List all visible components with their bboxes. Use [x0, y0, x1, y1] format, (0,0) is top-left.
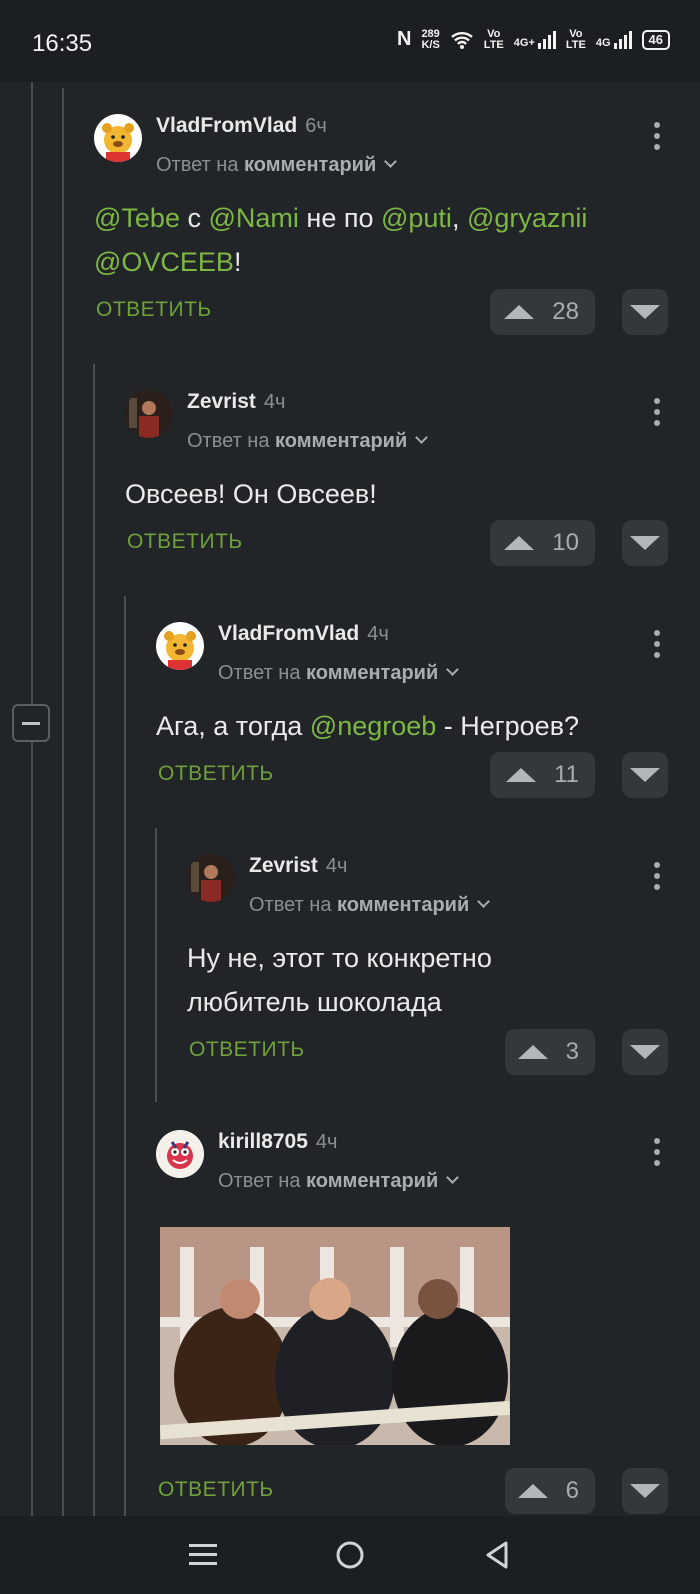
more-options-icon[interactable]: [654, 122, 660, 152]
upvote-button[interactable]: 6: [505, 1468, 595, 1514]
mention-link[interactable]: @negroeb: [310, 711, 437, 741]
upvote-button[interactable]: 11: [490, 752, 595, 798]
home-icon[interactable]: [330, 1535, 370, 1575]
comment-author[interactable]: VladFromVlad 4ч: [218, 622, 389, 646]
upvote-button[interactable]: 3: [505, 1029, 595, 1075]
thread-line: [155, 828, 157, 1102]
reply-button[interactable]: ОТВЕТИТЬ: [158, 1478, 274, 1502]
reply-to-link[interactable]: Ответ на комментарий: [249, 894, 491, 917]
arrow-down-icon: [630, 768, 660, 782]
nfc-icon: N: [396, 28, 412, 50]
arrow-down-icon: [630, 1484, 660, 1498]
comment-time: 4ч: [315, 1131, 338, 1153]
more-options-icon[interactable]: [654, 630, 660, 660]
comment-thread: VladFromVlad 6ч Ответ на комментарий @Teb…: [0, 82, 700, 1516]
arrow-up-icon: [517, 1484, 548, 1498]
downvote-button[interactable]: [622, 520, 668, 566]
network-speed: 289 K/S: [421, 27, 440, 51]
comment-text: @Tebe с @Nami не по @puti, @gryaznii @OVC…: [94, 203, 588, 277]
thread-line: [31, 82, 33, 1516]
vote-count: 6: [565, 1477, 579, 1504]
mention-link[interactable]: @gryaznii: [467, 203, 587, 233]
comment-image[interactable]: [160, 1227, 510, 1445]
comment: VladFromVlad 4ч Ответ на комментарий Ага,…: [156, 622, 700, 812]
chevron-down-icon: [446, 663, 460, 676]
mention-link[interactable]: @OVCEEB: [94, 247, 234, 277]
reply-to-link[interactable]: Ответ на комментарий: [156, 154, 398, 177]
status-icons: N 289 K/S Vo LTE 4G+ Vo LTE 4G 46: [397, 28, 670, 51]
mention-link[interactable]: @Tebe: [94, 203, 180, 233]
more-options-icon[interactable]: [654, 1138, 660, 1168]
comment-text: Ага, а тогда @negroeb - Негроев?: [156, 711, 580, 741]
back-icon[interactable]: [477, 1535, 517, 1575]
comment-author[interactable]: VladFromVlad 6ч: [156, 114, 327, 138]
reply-button[interactable]: ОТВЕТИТЬ: [127, 530, 243, 554]
status-time: 16:35: [32, 30, 93, 57]
comment: Zevrist 4ч Ответ на комментарий Ну не, эт…: [187, 854, 700, 1084]
arrow-down-icon: [630, 1045, 660, 1059]
reply-button[interactable]: ОТВЕТИТЬ: [158, 762, 274, 786]
comment-time: 6ч: [305, 115, 327, 137]
avatar[interactable]: [125, 390, 173, 438]
upvote-button[interactable]: 10: [490, 520, 595, 566]
arrow-down-icon: [630, 305, 660, 319]
signal-icon-1: 4G+: [514, 30, 556, 49]
arrow-up-icon: [506, 768, 537, 782]
comment: Zevrist 4ч Ответ на комментарий Овсеев! О…: [125, 390, 700, 580]
downvote-button[interactable]: [622, 1029, 668, 1075]
vote-count: 10: [552, 529, 579, 556]
reply-to-link[interactable]: Ответ на комментарий: [187, 430, 429, 453]
chevron-down-icon: [446, 1171, 460, 1184]
arrow-up-icon: [504, 536, 535, 550]
thread-line: [62, 88, 64, 1516]
mention-link[interactable]: @Nami: [208, 203, 298, 233]
reply-to-link[interactable]: Ответ на комментарий: [218, 1170, 460, 1193]
comment: VladFromVlad 6ч Ответ на комментарий @Teb…: [94, 114, 700, 344]
reply-button[interactable]: ОТВЕТИТЬ: [189, 1038, 305, 1062]
arrow-up-icon: [517, 1045, 548, 1059]
upvote-button[interactable]: 28: [490, 289, 595, 335]
downvote-button[interactable]: [622, 289, 668, 335]
mention-link[interactable]: @puti: [381, 203, 452, 233]
arrow-up-icon: [504, 305, 535, 319]
wifi-icon: [450, 31, 473, 49]
comment-author[interactable]: Zevrist 4ч: [187, 390, 285, 414]
avatar[interactable]: [156, 1130, 204, 1178]
vote-count: 3: [565, 1038, 579, 1065]
system-nav-bar: [0, 1516, 700, 1594]
comment-text: Овсеев! Он Овсеев!: [125, 479, 377, 509]
thread-line: [124, 596, 126, 1516]
comment: kirill8705 4ч Ответ на комментарий ОТВЕТИ…: [156, 1130, 700, 1516]
comment-time: 4ч: [263, 391, 286, 413]
battery-icon: 46: [641, 29, 670, 50]
chevron-down-icon: [415, 431, 429, 444]
chevron-down-icon: [477, 895, 491, 908]
comment-author[interactable]: Zevrist 4ч: [249, 854, 347, 878]
comment-text: Ну не, этот то конкретно любитель шоколад…: [187, 943, 492, 1017]
arrow-down-icon: [630, 536, 660, 550]
avatar[interactable]: [156, 622, 204, 670]
reply-to-link[interactable]: Ответ на комментарий: [218, 662, 460, 685]
comment-time: 4ч: [325, 855, 348, 877]
volte-icon-1: Vo LTE: [483, 27, 504, 51]
vote-count: 11: [554, 761, 579, 788]
avatar[interactable]: [187, 854, 235, 902]
downvote-button[interactable]: [622, 752, 668, 798]
signal-icon-2: 4G: [596, 30, 632, 49]
menu-icon[interactable]: [183, 1535, 223, 1575]
vote-count: 28: [552, 298, 579, 325]
reply-button[interactable]: ОТВЕТИТЬ: [96, 298, 212, 322]
chevron-down-icon: [384, 155, 398, 168]
more-options-icon[interactable]: [654, 862, 660, 892]
avatar[interactable]: [94, 114, 142, 162]
thread-line: [93, 364, 95, 1516]
volte-icon-2: Vo LTE: [565, 27, 586, 51]
status-bar: 16:35 N 289 K/S Vo LTE 4G+ Vo LTE 4G 46: [0, 0, 700, 82]
comment-author[interactable]: kirill8705 4ч: [218, 1130, 337, 1154]
more-options-icon[interactable]: [654, 398, 660, 428]
comment-time: 4ч: [367, 623, 389, 645]
collapse-thread-button[interactable]: [12, 704, 50, 742]
downvote-button[interactable]: [622, 1468, 668, 1514]
